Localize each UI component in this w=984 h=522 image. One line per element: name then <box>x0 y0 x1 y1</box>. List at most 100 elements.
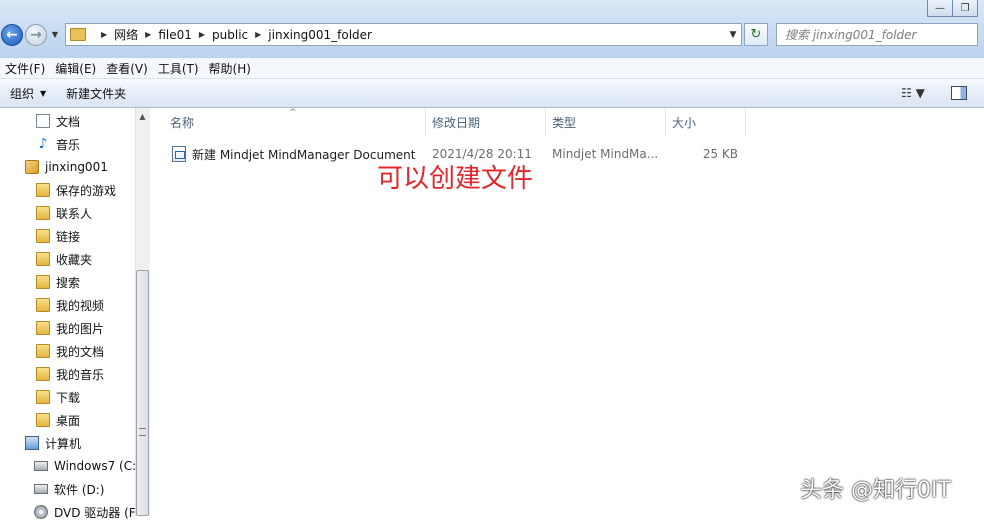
breadcrumb-file01[interactable]: file01 <box>158 28 192 42</box>
chevron-right-icon[interactable]: ▶ <box>255 30 261 39</box>
menu-tools[interactable]: 工具(T) <box>153 60 204 77</box>
recent-pages-dropdown[interactable]: ▼ <box>50 30 60 40</box>
chevron-right-icon[interactable]: ▶ <box>101 30 107 39</box>
column-header-size[interactable]: 大小 <box>666 108 746 136</box>
breadcrumb-network[interactable]: 网络 <box>114 26 138 43</box>
nav-item-my-music[interactable]: 我的音乐 <box>36 364 104 384</box>
drive-icon <box>34 484 48 494</box>
file-size: 25 KB <box>702 147 738 161</box>
refresh-icon: ↻ <box>750 27 762 42</box>
folder-icon <box>36 206 50 220</box>
mindmanager-file-icon <box>172 146 186 162</box>
folder-icon <box>36 344 50 358</box>
nav-item-label: DVD 驱动器 (F <box>54 505 136 520</box>
nav-item-label: 我的视频 <box>56 298 105 313</box>
folder-icon <box>36 229 50 243</box>
arrow-left-icon: ← <box>6 27 18 43</box>
back-button[interactable]: ← <box>1 24 23 46</box>
nav-item-drive-d[interactable]: 软件 (D:) <box>34 479 104 499</box>
nav-item-label: 下载 <box>56 390 81 405</box>
organize-button[interactable]: 组织 ▼ <box>0 85 56 102</box>
file-list <box>151 108 984 516</box>
nav-item-label: 软件 (D:) <box>54 482 105 497</box>
menu-bar: 文件(F) 编辑(E) 查看(V) 工具(T) 帮助(H) <box>0 58 984 79</box>
user-folder-icon <box>25 160 39 174</box>
preview-pane-icon <box>951 86 967 100</box>
nav-item-label: 计算机 <box>45 436 82 451</box>
breadcrumb-public[interactable]: public <box>212 28 248 42</box>
nav-item-label: 收藏夹 <box>56 252 93 267</box>
folder-icon <box>36 298 50 312</box>
nav-item-label: 我的文档 <box>56 344 105 359</box>
nav-item-dvd-drive[interactable]: DVD 驱动器 (F <box>34 502 136 522</box>
folder-icon <box>70 28 86 41</box>
nav-item-my-videos[interactable]: 我的视频 <box>36 295 104 315</box>
folder-icon <box>36 183 50 197</box>
nav-item-contacts[interactable]: 联系人 <box>36 203 92 223</box>
nav-item-my-documents[interactable]: 我的文档 <box>36 341 104 361</box>
menu-view[interactable]: 查看(V) <box>101 60 153 77</box>
nav-item-label: 搜索 <box>56 275 81 290</box>
nav-item-desktop[interactable]: 桌面 <box>36 410 80 430</box>
maximize-button[interactable]: ❐ <box>952 0 978 17</box>
nav-item-documents[interactable]: 文档 <box>36 111 80 131</box>
nav-item-downloads[interactable]: 下载 <box>36 387 80 407</box>
nav-item-drive-c[interactable]: Windows7 (C: <box>34 456 136 476</box>
chevron-down-icon[interactable]: ▼ <box>725 30 741 40</box>
nav-item-saved-games[interactable]: 保存的游戏 <box>36 180 116 200</box>
refresh-button[interactable]: ↻ <box>744 23 768 46</box>
organize-label: 组织 <box>10 86 35 101</box>
grip-icon <box>139 428 146 436</box>
folder-icon <box>36 413 50 427</box>
nav-item-music[interactable]: ♪ 音乐 <box>36 134 80 154</box>
nav-item-links[interactable]: 链接 <box>36 226 80 246</box>
annotation-text: 可以创建文件 <box>377 164 534 194</box>
nav-item-label: 文档 <box>56 114 81 129</box>
nav-item-label: jinxing001 <box>45 160 108 174</box>
view-options-icon: ☷ ▼ <box>901 86 925 100</box>
document-icon <box>36 114 50 128</box>
folder-icon <box>36 275 50 289</box>
menu-help[interactable]: 帮助(H) <box>204 60 256 77</box>
folder-icon <box>36 321 50 335</box>
chevron-right-icon[interactable]: ▶ <box>199 30 205 39</box>
music-icon: ♪ <box>38 136 48 152</box>
nav-item-label: 我的音乐 <box>56 367 105 382</box>
dvd-icon <box>34 505 48 519</box>
nav-item-label: 我的图片 <box>56 321 105 336</box>
scrollbar-thumb[interactable] <box>136 270 149 516</box>
file-type: Mindjet MindMa... <box>552 147 659 161</box>
chevron-right-icon[interactable]: ▶ <box>145 30 151 39</box>
preview-pane-button[interactable] <box>948 84 970 102</box>
nav-item-computer[interactable]: 计算机 <box>25 433 81 453</box>
address-bar[interactable]: ▶ 网络 ▶ file01 ▶ public ▶ jinxing001_fold… <box>65 23 742 46</box>
nav-item-label: 链接 <box>56 229 81 244</box>
search-input[interactable]: 搜索 jinxing001_folder <box>776 23 978 46</box>
column-header-type[interactable]: 类型 <box>546 108 666 136</box>
menu-file[interactable]: 文件(F) <box>0 60 50 77</box>
sort-ascending-icon: ^ <box>289 108 297 118</box>
folder-icon <box>36 367 50 381</box>
window-controls: — ❐ <box>927 0 978 18</box>
nav-item-label: 音乐 <box>56 137 81 152</box>
nav-item-favorites[interactable]: 收藏夹 <box>36 249 92 269</box>
forward-button[interactable]: → <box>25 24 47 46</box>
nav-item-label: 保存的游戏 <box>56 183 117 198</box>
column-header-modified[interactable]: 修改日期 <box>426 108 546 136</box>
minimize-button[interactable]: — <box>927 0 953 17</box>
nav-item-label: Windows7 (C: <box>54 459 137 473</box>
scroll-up-button[interactable]: ▲ <box>135 108 150 125</box>
computer-icon <box>25 436 39 450</box>
new-folder-button[interactable]: 新建文件夹 <box>56 85 136 102</box>
nav-item-my-pictures[interactable]: 我的图片 <box>36 318 104 338</box>
breadcrumb-current-folder[interactable]: jinxing001_folder <box>268 28 372 42</box>
nav-item-user-folder[interactable]: jinxing001 <box>25 157 108 177</box>
menu-edit[interactable]: 编辑(E) <box>50 60 101 77</box>
watermark: 头条 @知行0IT <box>800 478 951 503</box>
change-view-button[interactable]: ☷ ▼ <box>893 84 933 102</box>
new-folder-label: 新建文件夹 <box>66 86 127 101</box>
chevron-down-icon: ▼ <box>40 88 47 98</box>
nav-item-label: 联系人 <box>56 206 93 221</box>
folder-icon <box>36 252 50 266</box>
nav-item-searches[interactable]: 搜索 <box>36 272 80 292</box>
